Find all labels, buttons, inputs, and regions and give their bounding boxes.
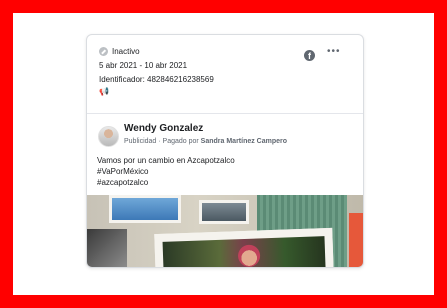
ad-card: Inactivo 5 abr 2021 - 10 abr 2021 Identi… bbox=[86, 34, 364, 268]
main-photo-image bbox=[162, 236, 326, 267]
collage-photo bbox=[109, 195, 181, 223]
status-label: Inactivo bbox=[112, 46, 140, 56]
date-range: 5 abr 2021 - 10 abr 2021 bbox=[99, 61, 188, 70]
check-circle-icon bbox=[99, 46, 108, 56]
ad-meta: Inactivo 5 abr 2021 - 10 abr 2021 Identi… bbox=[99, 45, 214, 99]
ad-hashtag[interactable]: #VaPorMéxico bbox=[97, 166, 235, 177]
collage-shape bbox=[349, 213, 363, 267]
ad-image[interactable] bbox=[87, 195, 363, 267]
status-row: Inactivo bbox=[99, 45, 214, 57]
divider bbox=[87, 113, 363, 114]
collage-photo bbox=[199, 200, 249, 224]
person-face bbox=[237, 244, 261, 267]
more-options-icon[interactable]: ••• bbox=[327, 46, 341, 57]
ad-identifier: Identificador: 482846216238569 bbox=[99, 75, 214, 84]
ad-text-line: Vamos por un cambio en Azcapotzalco bbox=[97, 156, 235, 165]
sponsored-prefix: Publicidad · Pagado por bbox=[124, 138, 201, 145]
ad-hashtag[interactable]: #azcapotzalco bbox=[97, 177, 235, 188]
megaphone-icon: 📢 bbox=[99, 87, 109, 96]
main-photo bbox=[154, 227, 334, 267]
collage-photo bbox=[87, 229, 127, 267]
avatar[interactable] bbox=[98, 126, 119, 147]
ad-body-text: Vamos por un cambio en Azcapotzalco #VaP… bbox=[97, 155, 235, 188]
paid-by-name: Sandra Martínez Campero bbox=[200, 138, 288, 145]
sponsored-line: Publicidad · Pagado por Sandra Martínez … bbox=[124, 138, 287, 145]
facebook-icon[interactable]: f bbox=[304, 50, 315, 61]
page-name[interactable]: Wendy Gonzalez bbox=[124, 123, 203, 134]
